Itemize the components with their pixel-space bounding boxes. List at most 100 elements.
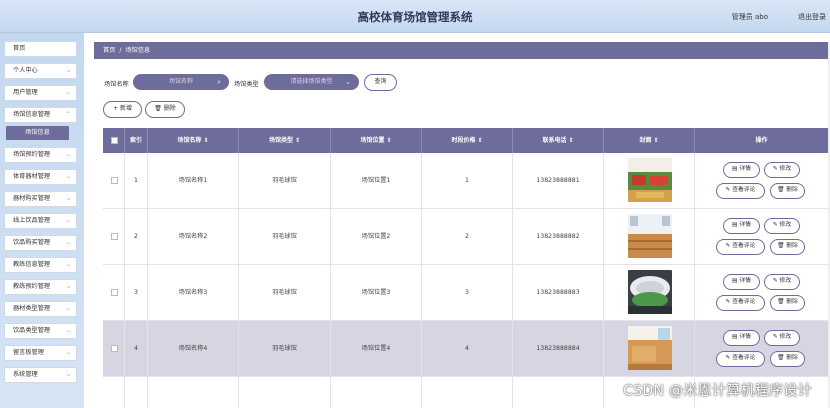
cover-image bbox=[628, 270, 672, 314]
sidebar-item-drink-purchase[interactable]: 饮品购买管理 ⌄ bbox=[4, 235, 77, 251]
sidebar-item-label: 体育器材管理 bbox=[13, 173, 51, 180]
sidebar-item-equipment[interactable]: 体育器材管理 ⌄ bbox=[4, 169, 77, 185]
sidebar-item-home[interactable]: 首页 bbox=[4, 41, 77, 57]
type-cell: 羽毛球馆 bbox=[239, 153, 331, 209]
sidebar-item-equipment-purchase[interactable]: 器材购买管理 ⌄ bbox=[4, 191, 77, 207]
breadcrumb-home[interactable]: 首页 bbox=[103, 47, 115, 54]
column-header-price[interactable]: 时段价格 ⇕ bbox=[422, 128, 513, 153]
actions-cell: ▤ 详情 ✎ 修改 ✎ 查看评论 🗑 删除 bbox=[695, 209, 828, 265]
edit-label: 修改 bbox=[779, 222, 792, 228]
row-select-cell bbox=[103, 321, 125, 377]
sidebar-item-label: 场馆预约管理 bbox=[13, 151, 51, 158]
price-cell bbox=[422, 377, 513, 408]
sidebar-item-coach-booking[interactable]: 教练预约管理 ⌄ bbox=[4, 279, 77, 295]
chevron-down-icon: ⌄ bbox=[65, 151, 71, 158]
query-button[interactable]: 查询 bbox=[364, 74, 397, 91]
detail-label: 详情 bbox=[739, 334, 751, 340]
name-cell: 场馆名称2 bbox=[148, 209, 239, 265]
column-header-type[interactable]: 场馆类型 ⇕ bbox=[239, 128, 331, 153]
detail-button[interactable]: ▤ 详情 bbox=[723, 162, 760, 178]
chevron-down-icon: ⌄ bbox=[65, 349, 71, 356]
edit-button[interactable]: ✎ 修改 bbox=[764, 218, 800, 234]
location-cell: 场馆位置2 bbox=[331, 209, 422, 265]
sidebar-item-venues[interactable]: 场馆信息管理 ⌃ bbox=[4, 107, 77, 123]
add-button[interactable]: + 新增 bbox=[103, 101, 142, 118]
edit-icon: ✎ bbox=[772, 166, 778, 172]
cover-cell bbox=[604, 209, 695, 265]
detail-button[interactable]: ▤ 详情 bbox=[723, 330, 760, 346]
phone-cell: 13823888882 bbox=[513, 209, 604, 265]
comment-icon: ✎ bbox=[725, 355, 731, 361]
sidebar-item-profile[interactable]: 个人中心 ⌄ bbox=[4, 63, 77, 79]
view-comments-button[interactable]: ✎ 查看评论 bbox=[716, 351, 765, 367]
detail-icon: ▤ bbox=[732, 334, 738, 340]
delete-row-button[interactable]: 🗑 删除 bbox=[770, 183, 805, 199]
sidebar-item-messages[interactable]: 留言板管理 ⌄ bbox=[4, 345, 77, 361]
detail-button[interactable]: ▤ 详情 bbox=[723, 218, 760, 234]
trash-icon: 🗑 bbox=[154, 105, 162, 112]
detail-button[interactable]: ▤ 详情 bbox=[723, 274, 760, 290]
delete-row-button[interactable]: 🗑 删除 bbox=[770, 351, 805, 367]
index-cell bbox=[125, 377, 148, 408]
index-cell: 3 bbox=[125, 265, 148, 321]
row-checkbox[interactable] bbox=[111, 345, 118, 352]
edit-button[interactable]: ✎ 修改 bbox=[764, 330, 800, 346]
column-header-name[interactable]: 场馆名称 ⇕ bbox=[148, 128, 239, 153]
logout-link[interactable]: 退出登录 bbox=[798, 12, 826, 22]
delete-label: 删除 bbox=[163, 105, 176, 112]
cover-image bbox=[628, 214, 672, 258]
sidebar-subitem-venue-info[interactable]: 场馆信息 bbox=[6, 126, 69, 140]
row-checkbox[interactable] bbox=[111, 177, 118, 184]
sidebar-item-drinks[interactable]: 线上饮品管理 ⌄ bbox=[4, 213, 77, 229]
edit-button[interactable]: ✎ 修改 bbox=[764, 162, 800, 178]
venue-name-input[interactable]: 场馆名称 ⌕ bbox=[133, 74, 229, 90]
sidebar-item-venue-booking[interactable]: 场馆预约管理 ⌄ bbox=[4, 147, 77, 163]
chevron-down-icon: ⌄ bbox=[65, 371, 71, 378]
view-comments-button[interactable]: ✎ 查看评论 bbox=[716, 295, 765, 311]
edit-button[interactable]: ✎ 修改 bbox=[764, 274, 800, 290]
sidebar-item-label: 系统管理 bbox=[13, 371, 38, 378]
venue-type-select[interactable]: 请选择场馆类型 ⌄ bbox=[264, 74, 359, 90]
detail-label: 详情 bbox=[739, 222, 751, 228]
sidebar-item-users[interactable]: 用户管理 ⌄ bbox=[4, 85, 77, 101]
cover-image bbox=[628, 326, 672, 370]
phone-cell: 13823888881 bbox=[513, 153, 604, 209]
view-comments-label: 查看评论 bbox=[732, 355, 756, 361]
chevron-down-icon: ⌄ bbox=[65, 67, 71, 74]
delete-row-label: 删除 bbox=[786, 187, 798, 193]
price-cell: 4 bbox=[422, 321, 513, 377]
row-checkbox[interactable] bbox=[111, 233, 118, 240]
view-comments-label: 查看评论 bbox=[732, 187, 756, 193]
view-comments-button[interactable]: ✎ 查看评论 bbox=[716, 183, 765, 199]
chevron-down-icon: ⌄ bbox=[65, 195, 71, 202]
view-comments-button[interactable]: ✎ 查看评论 bbox=[716, 239, 765, 255]
column-header-cover[interactable]: 封面 ⇕ bbox=[604, 128, 695, 153]
edit-icon: ✎ bbox=[772, 222, 778, 228]
admin-name: 管理员 abo bbox=[731, 13, 768, 21]
index-cell: 4 bbox=[125, 321, 148, 377]
sidebar-item-coaches[interactable]: 教练信息管理 ⌄ bbox=[4, 257, 77, 273]
edit-label: 修改 bbox=[779, 334, 792, 340]
view-comments-label: 查看评论 bbox=[732, 299, 756, 305]
trash-icon: 🗑 bbox=[777, 243, 785, 249]
column-header-location[interactable]: 场馆位置 ⇕ bbox=[331, 128, 422, 153]
row-checkbox[interactable] bbox=[111, 289, 118, 296]
comment-icon: ✎ bbox=[725, 187, 731, 193]
column-header-phone[interactable]: 联系电话 ⇕ bbox=[513, 128, 604, 153]
name-cell: 场馆名称4 bbox=[148, 321, 239, 377]
breadcrumb-separator: / bbox=[119, 47, 122, 54]
delete-row-button[interactable]: 🗑 删除 bbox=[770, 239, 805, 255]
price-cell: 1 bbox=[422, 153, 513, 209]
chevron-down-icon: ⌄ bbox=[65, 239, 71, 246]
cover-cell bbox=[604, 321, 695, 377]
sidebar-item-drink-types[interactable]: 饮品类型管理 ⌄ bbox=[4, 323, 77, 339]
edit-icon: ✎ bbox=[772, 278, 778, 284]
select-all-checkbox[interactable] bbox=[111, 137, 118, 144]
sidebar-item-system[interactable]: 系统管理 ⌄ bbox=[4, 367, 77, 383]
cover-image bbox=[628, 158, 672, 202]
delete-row-button[interactable]: 🗑 删除 bbox=[770, 295, 805, 311]
type-cell: 羽毛球馆 bbox=[239, 321, 331, 377]
chevron-down-icon: ⌄ bbox=[65, 305, 71, 312]
delete-selected-button[interactable]: 🗑 删除 bbox=[145, 101, 185, 118]
sidebar-item-equipment-types[interactable]: 器材类型管理 ⌄ bbox=[4, 301, 77, 317]
